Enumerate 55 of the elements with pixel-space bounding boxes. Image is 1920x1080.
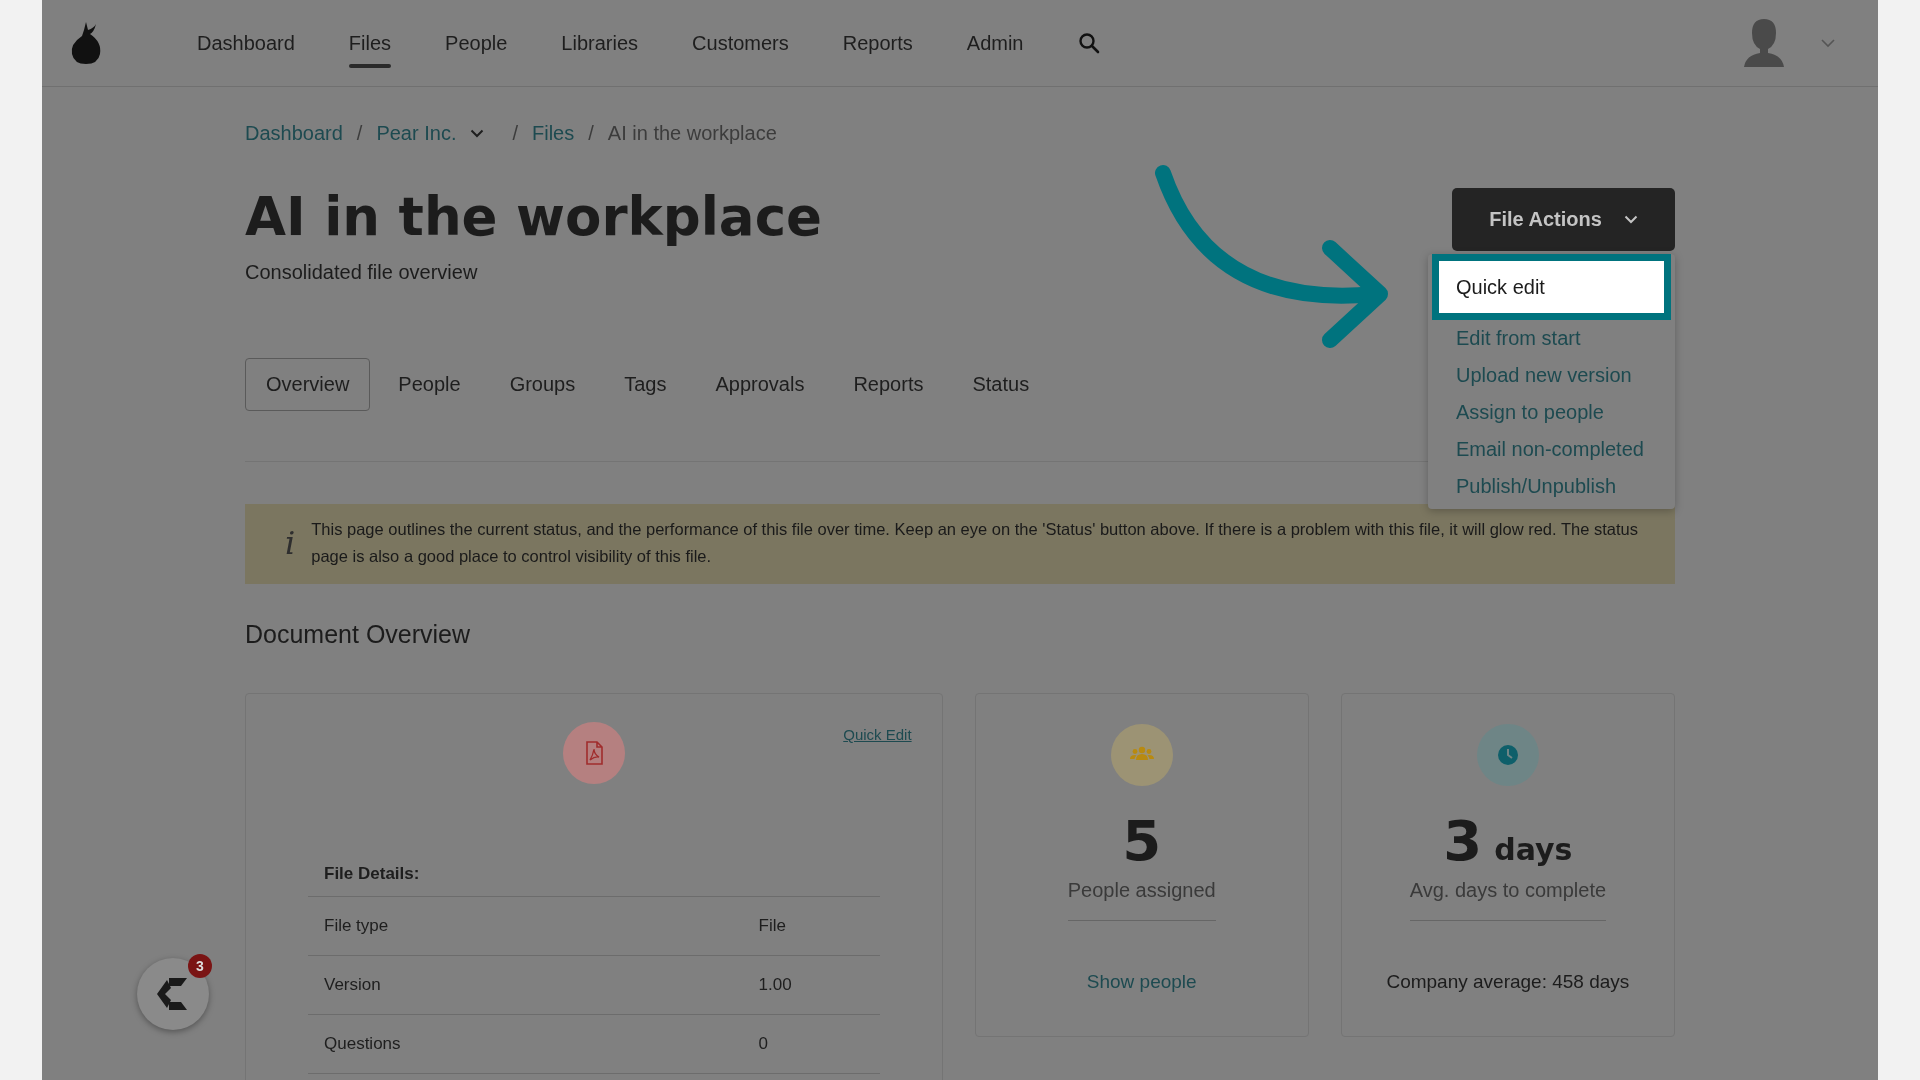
page-subtitle: Consolidated file overview: [245, 261, 479, 284]
pdf-file-icon: [583, 741, 604, 765]
nav-link[interactable]: Dashboard: [170, 0, 322, 86]
tab[interactable]: Approvals: [694, 358, 826, 411]
tab[interactable]: Status: [951, 358, 1051, 411]
breadcrumb-link[interactable]: Files: [532, 121, 575, 145]
nav-link[interactable]: Customers: [665, 0, 816, 86]
stat-unit: days: [1494, 832, 1573, 867]
page-title: AI in the workplace: [245, 186, 822, 247]
menu-item[interactable]: Publish/Unpublish: [1428, 468, 1675, 505]
nav-link[interactable]: Admin: [939, 0, 1051, 86]
chevron-down-icon: [1623, 215, 1638, 224]
breadcrumb-link[interactable]: Dashboard: [245, 121, 343, 145]
chat-widget-button[interactable]: [137, 958, 209, 1030]
tab[interactable]: Reports: [832, 358, 945, 411]
menu-item[interactable]: Upload new version: [1428, 357, 1675, 394]
breadcrumb-link[interactable]: Pear Inc.: [376, 121, 457, 145]
show-people-link[interactable]: Show people: [1086, 971, 1197, 993]
stat-caption: People assigned: [1067, 879, 1216, 921]
detail-value: File: [758, 916, 787, 936]
stat-footer: Company average: 458 days: [1386, 971, 1630, 993]
breadcrumb-current: AI in the workplace: [607, 121, 777, 145]
tab[interactable]: Overview: [245, 358, 371, 411]
tab[interactable]: People: [377, 358, 482, 411]
nav-link[interactable]: Files: [321, 0, 419, 86]
chevron-down-icon[interactable]: [470, 128, 485, 138]
detail-value: 0: [758, 1034, 770, 1054]
menu-item[interactable]: Quick edit: [1432, 254, 1671, 320]
nav-link[interactable]: Libraries: [534, 0, 666, 86]
detail-label: File type: [324, 916, 390, 936]
menu-item[interactable]: Email non-completed: [1428, 431, 1675, 468]
nav-link[interactable]: Reports: [815, 0, 940, 86]
banner-text: This page outlines the current status, and the performance of this file over time. Keep an eye on the 'Status' button above. If there is a problem with this file, it will glow red. The status page is also a good place to control visibility of this file.: [311, 519, 1639, 567]
stat-value: 5: [1122, 808, 1162, 873]
detail-label: Questions: [324, 1034, 402, 1054]
menu-item[interactable]: Edit from start: [1428, 320, 1675, 357]
clock-icon: [1495, 743, 1520, 767]
detail-label: Version: [324, 975, 382, 995]
breadcrumb-separator: /: [512, 121, 518, 145]
search-icon[interactable]: [1076, 31, 1101, 55]
tab[interactable]: Groups: [488, 358, 597, 411]
stat-value: 3: [1443, 808, 1483, 873]
details-heading: File Details:: [308, 864, 880, 897]
file-actions-button[interactable]: File Actions: [1452, 188, 1675, 251]
breadcrumb-separator: /: [588, 121, 594, 145]
info-icon: i: [285, 524, 296, 562]
breadcrumb-separator: /: [356, 121, 363, 145]
section-heading: Document Overview: [245, 620, 472, 649]
tab[interactable]: Tags: [603, 358, 688, 411]
stat-caption: Avg. days to complete: [1409, 879, 1607, 921]
menu-item[interactable]: Assign to people: [1428, 394, 1675, 431]
quick-edit-link[interactable]: Quick Edit: [843, 726, 912, 743]
nav-link[interactable]: People: [418, 0, 535, 86]
notification-badge: 3: [188, 954, 212, 978]
detail-value: 1.00: [758, 975, 793, 995]
